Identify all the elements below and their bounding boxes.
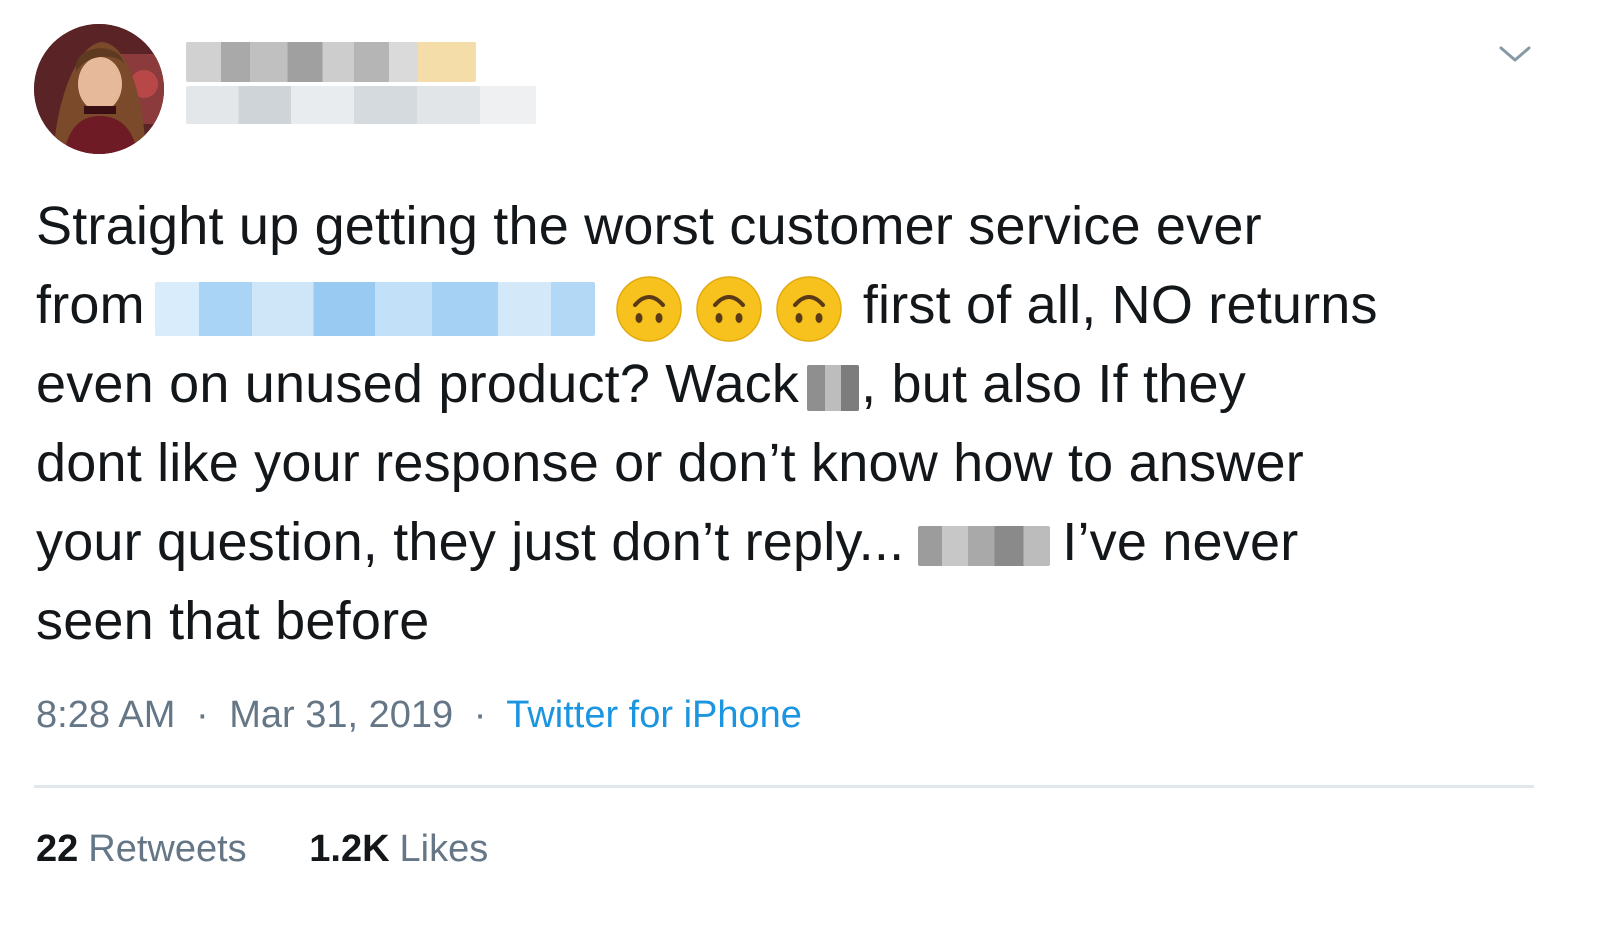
tweet-text-line: dont like your response or don’t know ho… — [36, 424, 1556, 503]
mention-redacted[interactable] — [154, 281, 595, 336]
tweet-text-segment: I’ve never — [1062, 512, 1299, 572]
upside-down-face-icon — [616, 275, 682, 342]
likes-label: Likes — [399, 828, 489, 870]
tweet-date[interactable]: Mar 31, 2019 — [229, 694, 453, 736]
tweet-text-segment: , but also If they — [861, 354, 1246, 414]
tweet-text-line: seen that before — [36, 582, 1556, 661]
emoji-redacted — [807, 364, 860, 411]
tweet-text-segment: even on unused product? Wack — [36, 354, 800, 414]
upside-down-face-icon — [696, 275, 762, 342]
tweet-text-segment: first of all, NO returns — [862, 275, 1378, 335]
chevron-down-icon[interactable] — [1498, 40, 1532, 66]
tweet-text-line: from first of all, NO returns — [36, 266, 1556, 345]
tweet-source-link[interactable]: Twitter for iPhone — [506, 694, 802, 736]
retweets-stat[interactable]: 22 Retweets — [36, 828, 247, 871]
tweet-stats: 22 Retweets 1.2K Likes — [36, 828, 540, 871]
tweet-text-line: Straight up getting the worst customer s… — [36, 187, 1556, 266]
tweet-text-segment: seen that before — [36, 591, 430, 651]
retweets-label: Retweets — [88, 828, 247, 870]
likes-count: 1.2K — [309, 828, 390, 870]
tweet-metadata: 8:28 AM · Mar 31, 2019 · Twitter for iPh… — [36, 694, 802, 737]
retweets-count: 22 — [36, 828, 79, 870]
username-redacted[interactable] — [186, 86, 536, 124]
tweet-text-segment: your question, they just don’t reply... — [36, 512, 905, 572]
tweet-text-segment: dont like your response or don’t know ho… — [36, 433, 1304, 493]
tweet-text-segment: from — [36, 275, 145, 335]
display-name-redacted[interactable] — [186, 42, 476, 82]
tweet-card: Straight up getting the worst customer s… — [0, 0, 1600, 932]
divider — [34, 785, 1534, 788]
likes-stat[interactable]: 1.2K Likes — [309, 828, 488, 871]
meta-separator: · — [195, 694, 209, 736]
avatar[interactable] — [34, 24, 164, 154]
upside-down-face-icon — [776, 275, 842, 342]
tweet-text-segment: Straight up getting the worst customer s… — [36, 196, 1262, 256]
emoji-group — [609, 275, 849, 342]
tweet-text-line: even on unused product? Wack , but also I… — [36, 345, 1556, 424]
tweet-text-line: your question, they just don’t reply... I… — [36, 503, 1556, 582]
text-redacted — [918, 525, 1051, 566]
tweet-text: Straight up getting the worst customer s… — [36, 187, 1556, 661]
tweet-time[interactable]: 8:28 AM — [36, 694, 175, 736]
meta-separator: · — [473, 694, 487, 736]
avatar-photo — [34, 24, 164, 154]
